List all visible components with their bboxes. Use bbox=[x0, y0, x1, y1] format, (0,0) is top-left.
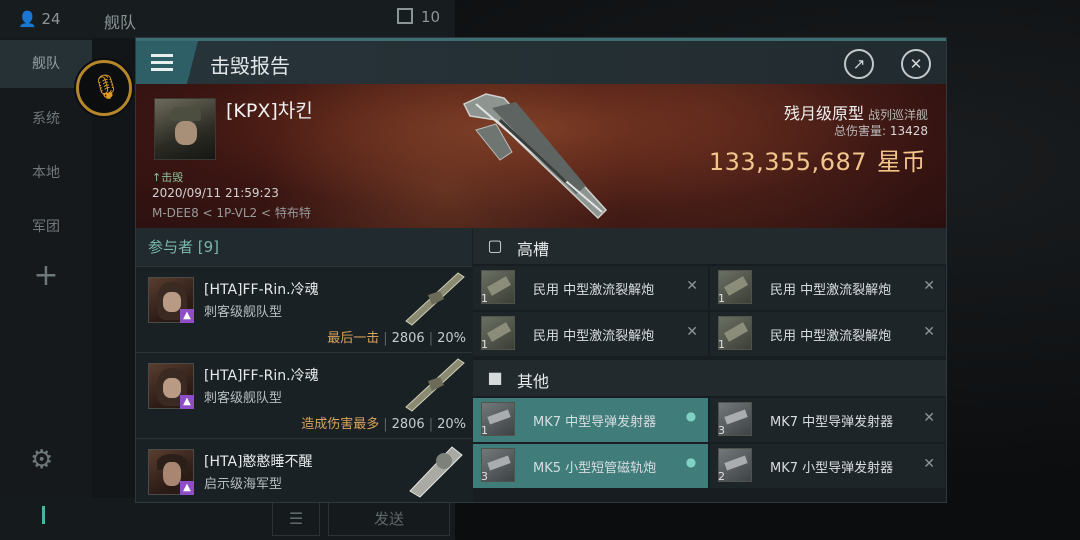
module-item[interactable]: 1 民用 中型激流裂解炮 ✕ bbox=[710, 312, 945, 356]
menu-icon-bar bbox=[151, 61, 173, 64]
module-name: 民用 中型激流裂解炮 bbox=[533, 283, 655, 298]
emoji-menu-icon[interactable]: ☰ bbox=[272, 502, 320, 536]
module-qty: 3 bbox=[718, 424, 725, 437]
participant-row[interactable]: ▲ [HTA]FF-Rin.冷魂 刺客级舰队型 最后一击 | 2806 | 20% bbox=[136, 266, 472, 352]
destroyed-x-icon: ✕ bbox=[923, 324, 935, 340]
victim-ship-image bbox=[462, 93, 608, 220]
isk-value: 133,355,687 星币 bbox=[708, 148, 926, 176]
send-button[interactable]: 发送 bbox=[328, 502, 450, 536]
high-slot-section-header: ▢ 高槽 bbox=[473, 228, 946, 264]
other-section-header: ■ 其他 bbox=[473, 360, 946, 396]
participant-name: [HTA]FF-Rin.冷魂 bbox=[204, 368, 319, 384]
victim-pilot-name[interactable]: [KPX]차킨 bbox=[226, 96, 313, 123]
participant-ship: 刺客级舰队型 bbox=[204, 391, 283, 406]
victim-portrait[interactable] bbox=[154, 98, 216, 160]
participant-name: [HTA]FF-Rin.冷魂 bbox=[204, 282, 319, 298]
menu-button[interactable] bbox=[136, 41, 198, 84]
fitted-modules: ▢ 高槽 1 民用 中型激流裂解炮 ✕ 1 民用 中型激流裂解炮 ✕ 1 民用 … bbox=[473, 228, 946, 502]
module-item[interactable]: 1 民用 中型激流裂解炮 ✕ bbox=[473, 312, 708, 356]
chat-input-bar: ☰ 发送 bbox=[0, 498, 455, 540]
module-item[interactable]: 1 民用 中型激流裂解炮 ✕ bbox=[473, 266, 708, 310]
destroyed-x-icon: ✕ bbox=[923, 456, 935, 472]
module-name: MK7 中型导弹发射器 bbox=[533, 415, 657, 430]
participant-row[interactable]: ▲ [HTA]FF-Rin.冷魂 刺客级舰队型 造成伤害最多 | 2806 | 20% bbox=[136, 352, 472, 438]
module-name: MK5 小型短管磁轨炮 bbox=[533, 461, 657, 476]
participants-list: 参与者 [9] ▲ [HTA]FF-Rin.冷魂 刺客级舰队型 最后一击 | 280… bbox=[136, 228, 472, 502]
module-qty: 3 bbox=[481, 470, 488, 483]
module-item[interactable]: 1 民用 中型激流裂解炮 ✕ bbox=[710, 266, 945, 310]
participant-ship-image bbox=[405, 272, 465, 326]
participant-ship-image bbox=[405, 358, 465, 412]
victim-summary: [KPX]차킨 ↑击毁 2020/09/11 21:59:23 M-DEE8 <… bbox=[136, 84, 946, 228]
module-qty: 1 bbox=[481, 338, 488, 351]
share-export-icon[interactable]: ↗ bbox=[844, 49, 874, 79]
module-name: 民用 中型激流裂解炮 bbox=[770, 329, 892, 344]
destroyed-x-icon: ✕ bbox=[923, 410, 935, 426]
channel-sidebar: 舰队 系统 本地 军团 + bbox=[0, 38, 92, 498]
kill-report-dialog: 击毁报告 ↗ ✕ [KPX]차킨 ↑击毁 2020/09/11 21:59:23… bbox=[135, 37, 947, 503]
background-header: 👤 24 舰队 10 bbox=[0, 0, 455, 38]
participant-name: [HTA]憨憨睡不醒 bbox=[204, 454, 313, 470]
screen: 👤 24 舰队 10 舰队 系统 本地 军团 + ⚙ ☰ 发送 🎙 击毁报告 ↗… bbox=[0, 0, 1080, 540]
add-channel-icon[interactable]: + bbox=[0, 258, 92, 293]
module-qty: 1 bbox=[718, 338, 725, 351]
high-slot-icon: ▢ bbox=[487, 236, 503, 255]
participant-ship-image bbox=[409, 446, 463, 498]
module-qty: 1 bbox=[718, 292, 725, 305]
sidebar-item-corp[interactable]: 军团 bbox=[0, 216, 92, 236]
module-item[interactable]: 2 MK7 小型导弹发射器 ✕ bbox=[710, 444, 945, 488]
module-qty: 2 bbox=[718, 470, 725, 483]
menu-icon bbox=[151, 54, 173, 57]
panel-count[interactable]: 10 bbox=[397, 8, 440, 26]
corp-badge-icon: ▲ bbox=[180, 481, 194, 495]
dropped-person-icon: ● bbox=[685, 409, 697, 423]
voice-mic-button[interactable]: 🎙 bbox=[76, 60, 132, 116]
total-damage: 总伤害量: 13428 bbox=[833, 124, 928, 138]
destroyed-x-icon: ✕ bbox=[686, 324, 698, 340]
menu-icon-bar bbox=[151, 68, 173, 71]
dropped-person-icon: ● bbox=[685, 455, 697, 469]
dialog-title: 击毁报告 bbox=[210, 54, 290, 78]
sidebar-item-system[interactable]: 系统 bbox=[0, 108, 92, 128]
close-icon[interactable]: ✕ bbox=[901, 49, 931, 79]
text-cursor bbox=[42, 506, 45, 524]
window-icon bbox=[397, 8, 413, 24]
module-item[interactable]: 3 MK7 中型导弹发射器 ✕ bbox=[710, 398, 945, 442]
participants-header: 参与者 [9] bbox=[136, 228, 472, 266]
module-name: 民用 中型激流裂解炮 bbox=[533, 329, 655, 344]
corp-badge-icon: ▲ bbox=[180, 395, 194, 409]
participant-avatar: ▲ bbox=[148, 277, 194, 323]
module-name: MK7 小型导弹发射器 bbox=[770, 461, 894, 476]
high-slot-title: 高槽 bbox=[517, 240, 550, 259]
destroyed-x-icon: ✕ bbox=[923, 278, 935, 294]
module-name: 民用 中型激流裂解炮 bbox=[770, 283, 892, 298]
participant-stats: 最后一击 | 2806 | 20% bbox=[327, 331, 466, 346]
microphone-icon: 🎙 bbox=[91, 73, 122, 101]
participant-avatar: ▲ bbox=[148, 449, 194, 495]
sidebar-item-local[interactable]: 本地 bbox=[0, 162, 92, 182]
cube-icon: ■ bbox=[487, 368, 503, 387]
kill-location[interactable]: M-DEE8 < 1P-VL2 < 特布特 bbox=[152, 204, 311, 221]
participant-stats: 造成伤害最多 | 2806 | 20% bbox=[301, 417, 466, 432]
online-count: 👤 24 bbox=[18, 10, 61, 28]
panel-title: 舰队 bbox=[104, 13, 137, 32]
kill-datetime: 2020/09/11 21:59:23 bbox=[152, 186, 279, 200]
kill-tag: ↑击毁 bbox=[152, 171, 184, 184]
participant-ship: 启示级海军型 bbox=[204, 477, 283, 492]
other-title: 其他 bbox=[517, 372, 550, 391]
corp-badge-icon: ▲ bbox=[180, 309, 194, 323]
module-qty: 1 bbox=[481, 292, 488, 305]
module-item[interactable]: 3 MK5 小型短管磁轨炮 ● bbox=[473, 444, 708, 488]
victim-ship-class: 残月级原型 战列巡洋舰 bbox=[783, 104, 928, 123]
module-name: MK7 中型导弹发射器 bbox=[770, 415, 894, 430]
destroyed-x-icon: ✕ bbox=[686, 278, 698, 294]
dialog-header: 击毁报告 ↗ ✕ bbox=[136, 38, 946, 84]
participant-ship: 刺客级舰队型 bbox=[204, 305, 283, 320]
participant-row[interactable]: ▲ [HTA]憨憨睡不醒 启示级海军型 bbox=[136, 438, 472, 502]
settings-gear-icon[interactable]: ⚙ bbox=[30, 445, 60, 475]
module-qty: 1 bbox=[481, 424, 488, 437]
module-item[interactable]: 1 MK7 中型导弹发射器 ● bbox=[473, 398, 708, 442]
participant-avatar: ▲ bbox=[148, 363, 194, 409]
